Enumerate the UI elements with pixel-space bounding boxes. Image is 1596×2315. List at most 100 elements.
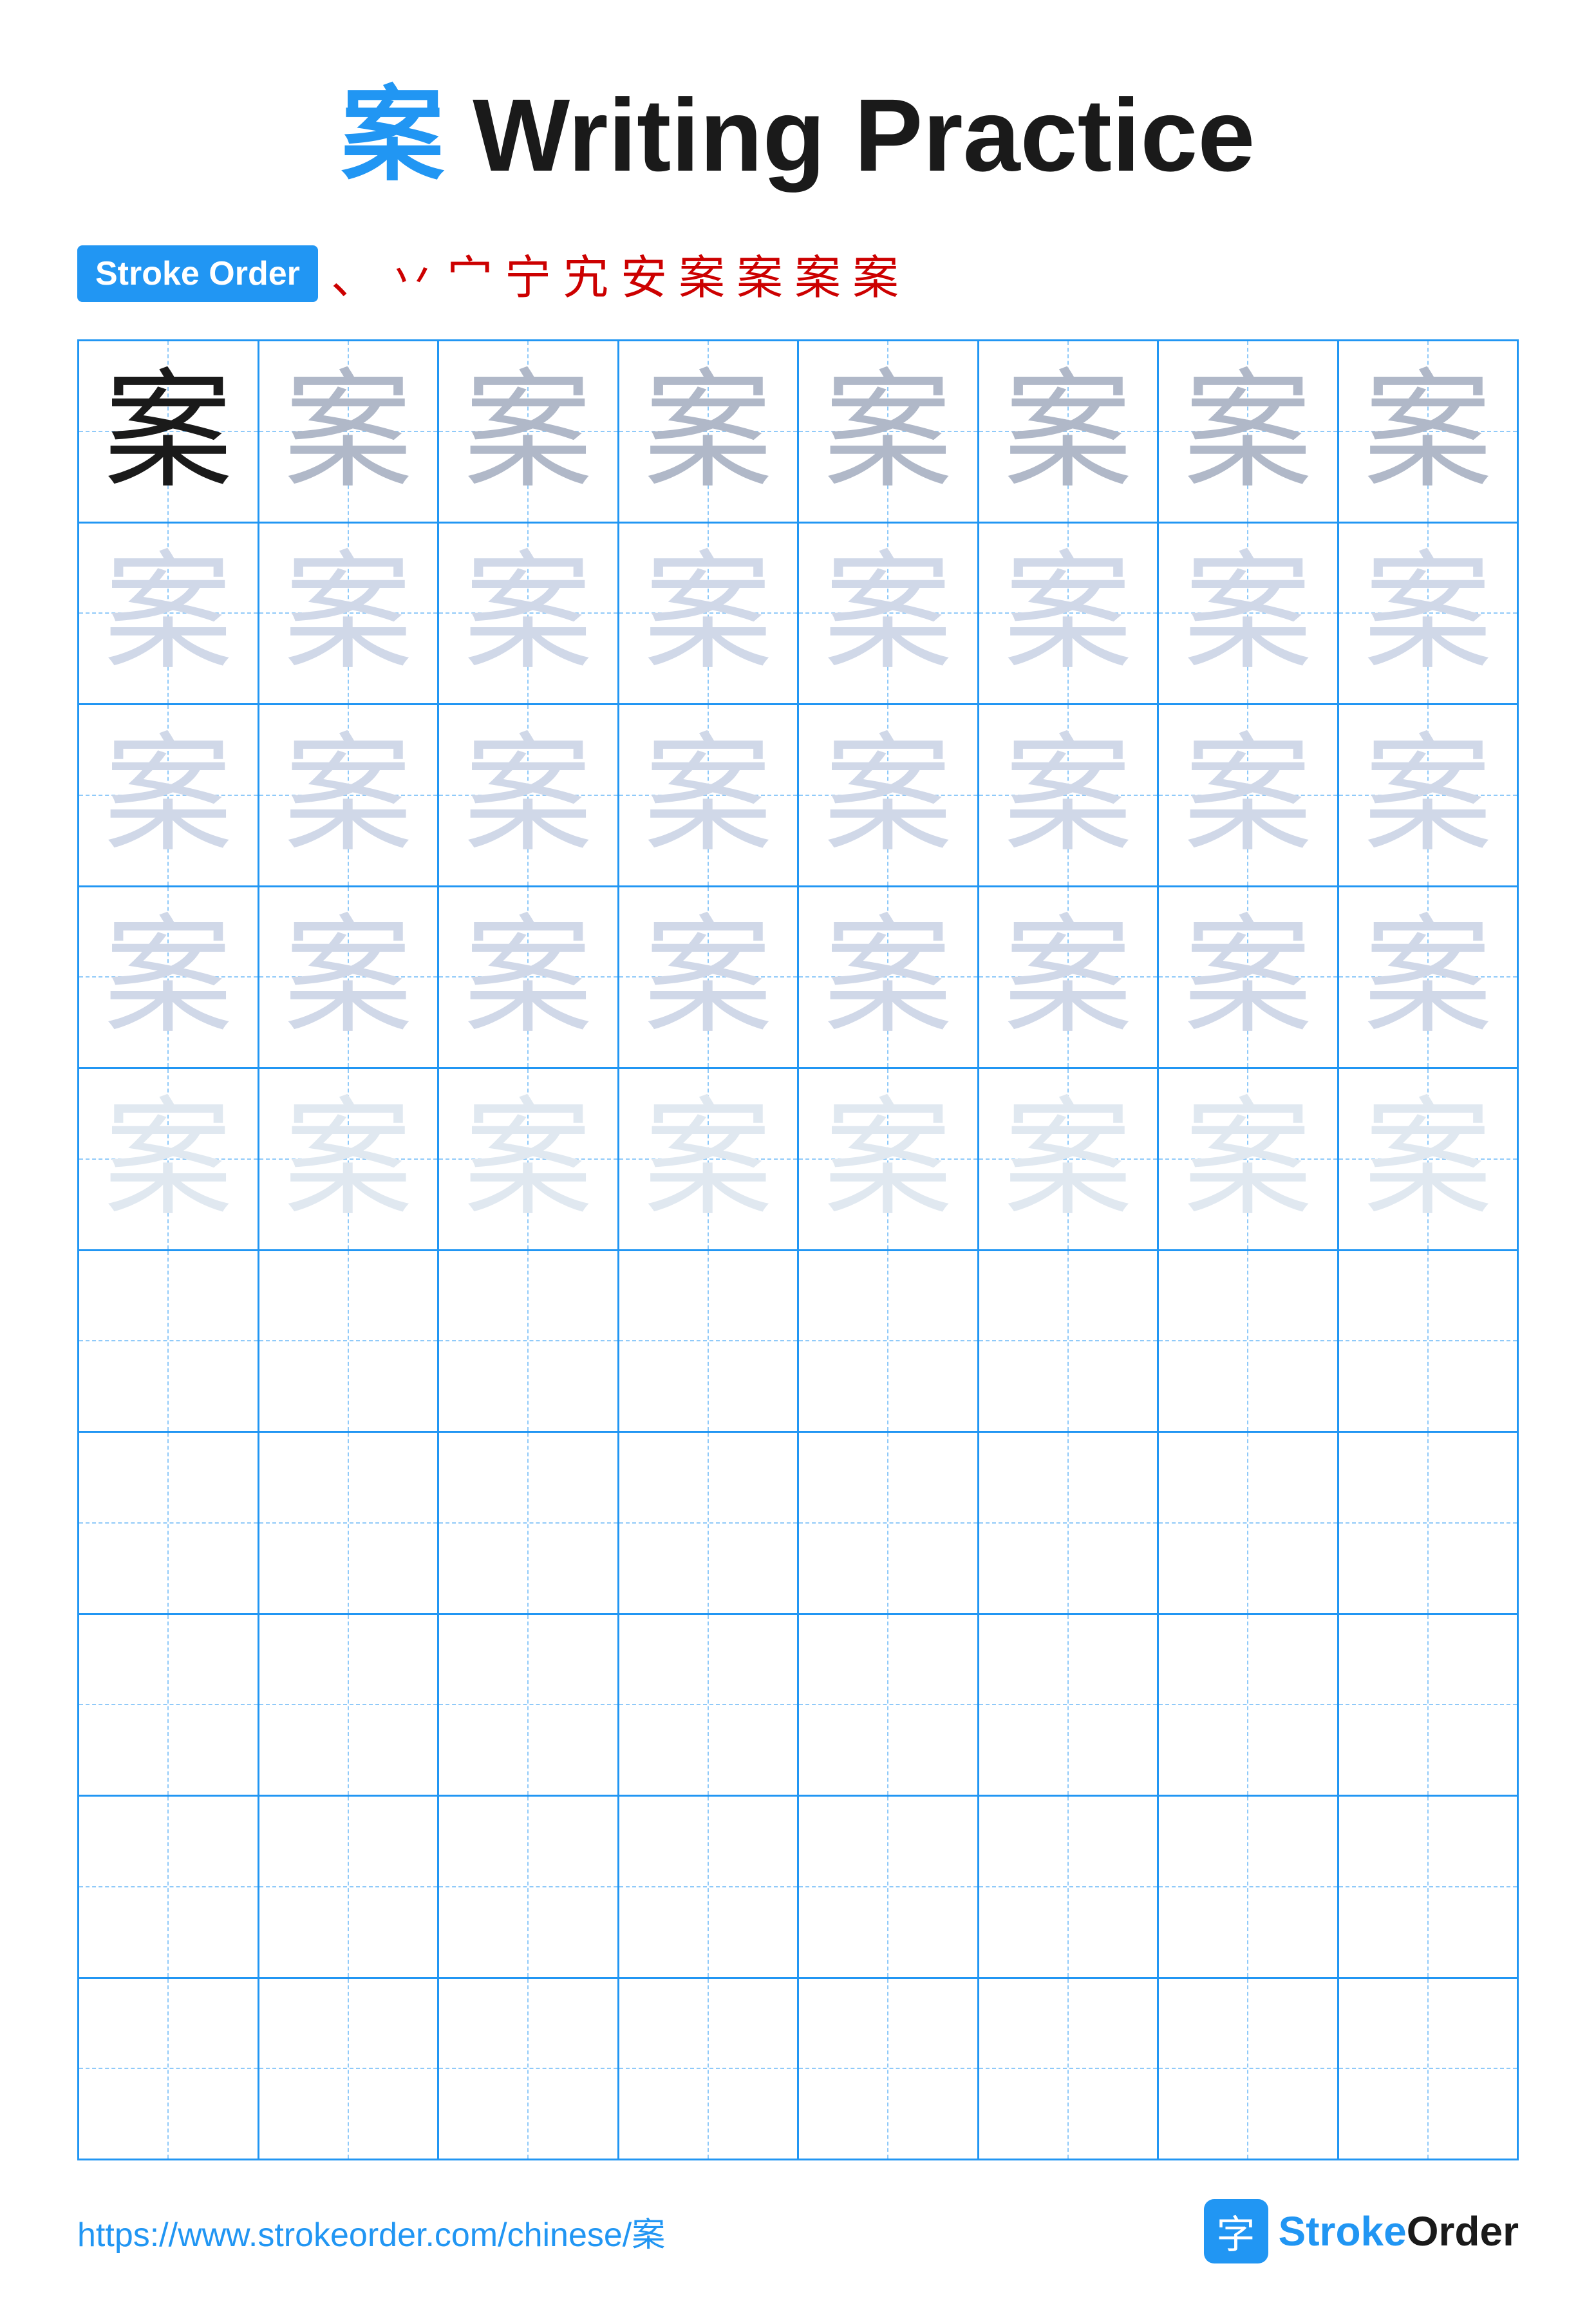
grid-cell-9-4[interactable] xyxy=(619,1797,800,1977)
grid-cell-6-6[interactable] xyxy=(979,1251,1159,1432)
grid-cell-6-8[interactable] xyxy=(1339,1251,1517,1432)
grid-cell-2-8[interactable]: 案 xyxy=(1339,524,1517,704)
grid-cell-3-7[interactable]: 案 xyxy=(1159,705,1339,885)
brand-stroke: Stroke xyxy=(1279,2208,1407,2254)
grid-cell-10-7[interactable] xyxy=(1159,1979,1339,2159)
grid-cell-8-2[interactable] xyxy=(259,1615,440,1795)
grid-cell-2-6[interactable]: 案 xyxy=(979,524,1159,704)
grid-cell-8-5[interactable] xyxy=(799,1615,979,1795)
grid-cell-8-3[interactable] xyxy=(439,1615,619,1795)
grid-cell-6-7[interactable] xyxy=(1159,1251,1339,1432)
grid-cell-7-3[interactable] xyxy=(439,1433,619,1613)
grid-cell-5-5[interactable]: 案 xyxy=(799,1069,979,1249)
grid-cell-2-1[interactable]: 案 xyxy=(79,524,259,704)
grid-cell-10-6[interactable] xyxy=(979,1979,1159,2159)
grid-cell-4-1[interactable]: 案 xyxy=(79,887,259,1068)
grid-cell-7-4[interactable] xyxy=(619,1433,800,1613)
grid-cell-3-6[interactable]: 案 xyxy=(979,705,1159,885)
grid-cell-3-3[interactable]: 案 xyxy=(439,705,619,885)
grid-cell-9-6[interactable] xyxy=(979,1797,1159,1977)
grid-cell-9-7[interactable] xyxy=(1159,1797,1339,1977)
grid-cell-10-3[interactable] xyxy=(439,1979,619,2159)
stroke-sequence: 、 丷 宀 宁 宄 安 案 案 案 案 xyxy=(331,240,899,307)
grid-row-2: 案 案 案 案 案 案 案 xyxy=(79,524,1517,706)
grid-cell-4-3[interactable]: 案 xyxy=(439,887,619,1068)
grid-cell-1-1[interactable]: 案 xyxy=(79,341,259,522)
grid-cell-1-6[interactable]: 案 xyxy=(979,341,1159,522)
grid-cell-8-4[interactable] xyxy=(619,1615,800,1795)
brand-order: Order xyxy=(1407,2208,1519,2254)
grid-cell-8-8[interactable] xyxy=(1339,1615,1517,1795)
grid-cell-5-4[interactable]: 案 xyxy=(619,1069,800,1249)
grid-cell-5-1[interactable]: 案 xyxy=(79,1069,259,1249)
grid-cell-5-8[interactable]: 案 xyxy=(1339,1069,1517,1249)
grid-cell-4-5[interactable]: 案 xyxy=(799,887,979,1068)
grid-cell-4-4[interactable]: 案 xyxy=(619,887,800,1068)
grid-cell-1-7[interactable]: 案 xyxy=(1159,341,1339,522)
grid-cell-7-6[interactable] xyxy=(979,1433,1159,1613)
cell-char: 案 xyxy=(464,549,592,677)
grid-cell-8-1[interactable] xyxy=(79,1615,259,1795)
grid-cell-6-2[interactable] xyxy=(259,1251,440,1432)
cell-char: 案 xyxy=(1183,912,1312,1041)
grid-cell-2-3[interactable]: 案 xyxy=(439,524,619,704)
grid-cell-1-8[interactable]: 案 xyxy=(1339,341,1517,522)
cell-char: 案 xyxy=(1364,1095,1492,1224)
grid-cell-10-5[interactable] xyxy=(799,1979,979,2159)
cell-char: 案 xyxy=(1004,549,1132,677)
grid-cell-9-8[interactable] xyxy=(1339,1797,1517,1977)
grid-cell-6-4[interactable] xyxy=(619,1251,800,1432)
cell-char: 案 xyxy=(823,731,952,860)
grid-cell-3-8[interactable]: 案 xyxy=(1339,705,1517,885)
grid-cell-1-5[interactable]: 案 xyxy=(799,341,979,522)
grid-cell-9-3[interactable] xyxy=(439,1797,619,1977)
grid-row-10 xyxy=(79,1979,1517,2159)
grid-cell-9-2[interactable] xyxy=(259,1797,440,1977)
grid-cell-10-1[interactable] xyxy=(79,1979,259,2159)
grid-cell-6-3[interactable] xyxy=(439,1251,619,1432)
grid-cell-1-2[interactable]: 案 xyxy=(259,341,440,522)
page-title: 案 Writing Practice xyxy=(341,52,1255,201)
grid-cell-2-4[interactable]: 案 xyxy=(619,524,800,704)
grid-cell-8-6[interactable] xyxy=(979,1615,1159,1795)
grid-cell-4-2[interactable]: 案 xyxy=(259,887,440,1068)
cell-char: 案 xyxy=(1364,731,1492,860)
grid-cell-5-6[interactable]: 案 xyxy=(979,1069,1159,1249)
grid-cell-10-2[interactable] xyxy=(259,1979,440,2159)
grid-row-1: 案 案 案 案 案 案 案 xyxy=(79,341,1517,524)
grid-cell-1-4[interactable]: 案 xyxy=(619,341,800,522)
grid-cell-7-1[interactable] xyxy=(79,1433,259,1613)
grid-cell-3-1[interactable]: 案 xyxy=(79,705,259,885)
grid-cell-7-7[interactable] xyxy=(1159,1433,1339,1613)
grid-cell-3-2[interactable]: 案 xyxy=(259,705,440,885)
cell-char: 案 xyxy=(1183,1095,1312,1224)
grid-cell-7-8[interactable] xyxy=(1339,1433,1517,1613)
grid-cell-9-5[interactable] xyxy=(799,1797,979,1977)
grid-cell-1-3[interactable]: 案 xyxy=(439,341,619,522)
cell-char: 案 xyxy=(1183,731,1312,860)
grid-cell-10-8[interactable] xyxy=(1339,1979,1517,2159)
grid-cell-4-7[interactable]: 案 xyxy=(1159,887,1339,1068)
grid-cell-4-8[interactable]: 案 xyxy=(1339,887,1517,1068)
grid-cell-2-5[interactable]: 案 xyxy=(799,524,979,704)
grid-cell-5-3[interactable]: 案 xyxy=(439,1069,619,1249)
grid-cell-5-2[interactable]: 案 xyxy=(259,1069,440,1249)
grid-cell-6-1[interactable] xyxy=(79,1251,259,1432)
grid-cell-3-5[interactable]: 案 xyxy=(799,705,979,885)
stroke-seq-4: 宁 xyxy=(505,240,551,307)
grid-cell-2-2[interactable]: 案 xyxy=(259,524,440,704)
stroke-seq-6: 安 xyxy=(621,240,667,307)
grid-cell-10-4[interactable] xyxy=(619,1979,800,2159)
grid-cell-7-2[interactable] xyxy=(259,1433,440,1613)
grid-cell-2-7[interactable]: 案 xyxy=(1159,524,1339,704)
grid-cell-5-7[interactable]: 案 xyxy=(1159,1069,1339,1249)
footer-url[interactable]: https://www.strokeorder.com/chinese/案 xyxy=(77,2207,665,2256)
grid-cell-6-5[interactable] xyxy=(799,1251,979,1432)
cell-char: 案 xyxy=(823,367,952,496)
grid-cell-7-5[interactable] xyxy=(799,1433,979,1613)
grid-cell-8-7[interactable] xyxy=(1159,1615,1339,1795)
grid-cell-3-4[interactable]: 案 xyxy=(619,705,800,885)
grid-cell-4-6[interactable]: 案 xyxy=(979,887,1159,1068)
cell-char: 案 xyxy=(823,912,952,1041)
grid-cell-9-1[interactable] xyxy=(79,1797,259,1977)
